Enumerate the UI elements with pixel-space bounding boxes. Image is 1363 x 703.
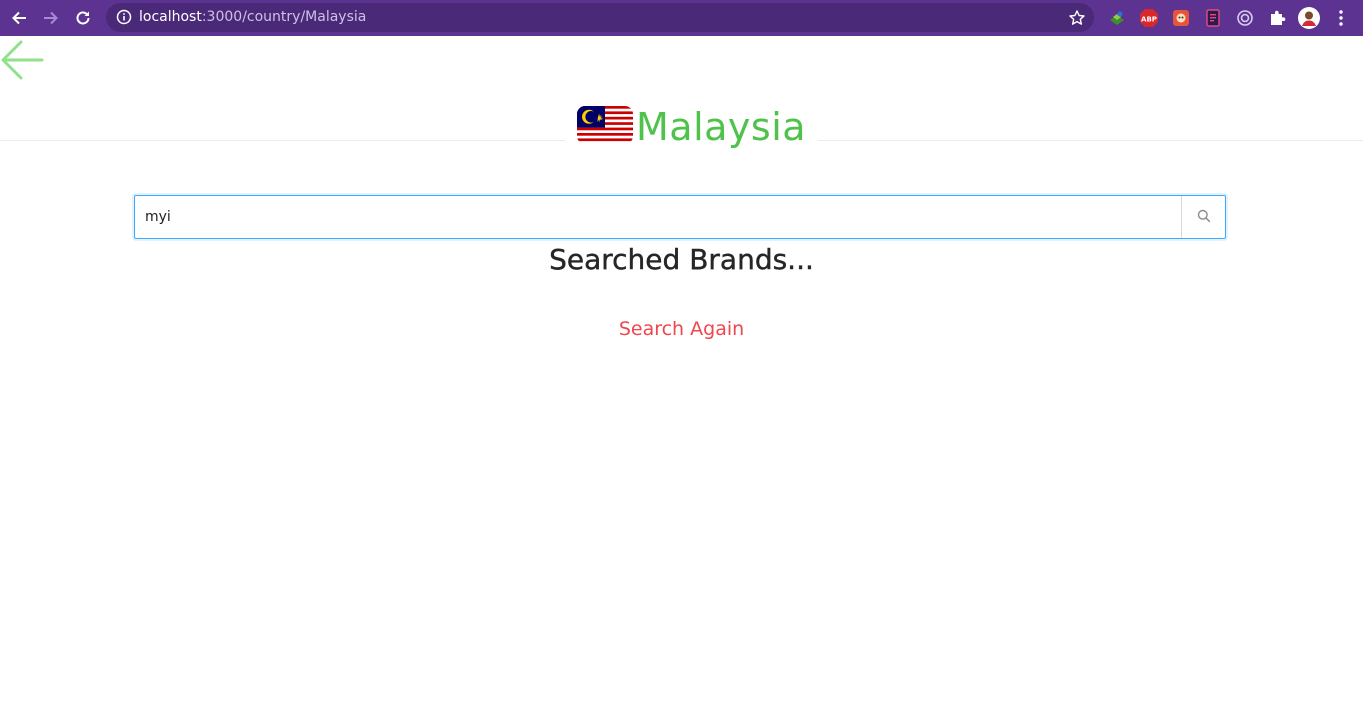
back-arrow-icon[interactable] [7,6,31,30]
adblock-icon[interactable]: ABP [1138,7,1160,29]
svg-text:ABP: ABP [1141,16,1157,24]
malaysia-flag-icon [577,106,633,148]
puzzle-icon[interactable] [1266,7,1288,29]
extension-ring-icon[interactable] [1234,7,1256,29]
reload-icon[interactable] [71,6,95,30]
extension-globe-icon[interactable] [1106,7,1128,29]
url-path: :3000/country/Malaysia [201,9,367,25]
url-host: localhost [139,9,202,25]
extension-red-icon[interactable] [1170,7,1192,29]
url-text: localhost:3000/country/Malaysia [139,9,366,26]
browser-toolbar: localhost:3000/country/Malaysia ABP [0,0,1363,36]
page-title: Malaysia [636,105,807,149]
info-icon[interactable] [116,9,132,25]
brand-search [134,195,1226,239]
country-title: Malaysia [565,100,819,154]
search-again-link[interactable]: Search Again [0,315,1363,343]
profile-avatar-icon[interactable] [1298,7,1320,29]
kebab-menu-icon[interactable] [1330,7,1352,29]
search-input[interactable] [135,196,1182,238]
search-icon [1197,208,1211,227]
forward-arrow-icon[interactable] [39,6,63,30]
page-back-arrow-icon[interactable] [0,40,44,80]
results-heading: Searched Brands... [549,243,814,276]
address-bar[interactable]: localhost:3000/country/Malaysia [106,3,1094,32]
star-icon[interactable] [1068,9,1086,27]
extension-doc-icon[interactable] [1202,7,1224,29]
search-button[interactable] [1181,196,1225,238]
